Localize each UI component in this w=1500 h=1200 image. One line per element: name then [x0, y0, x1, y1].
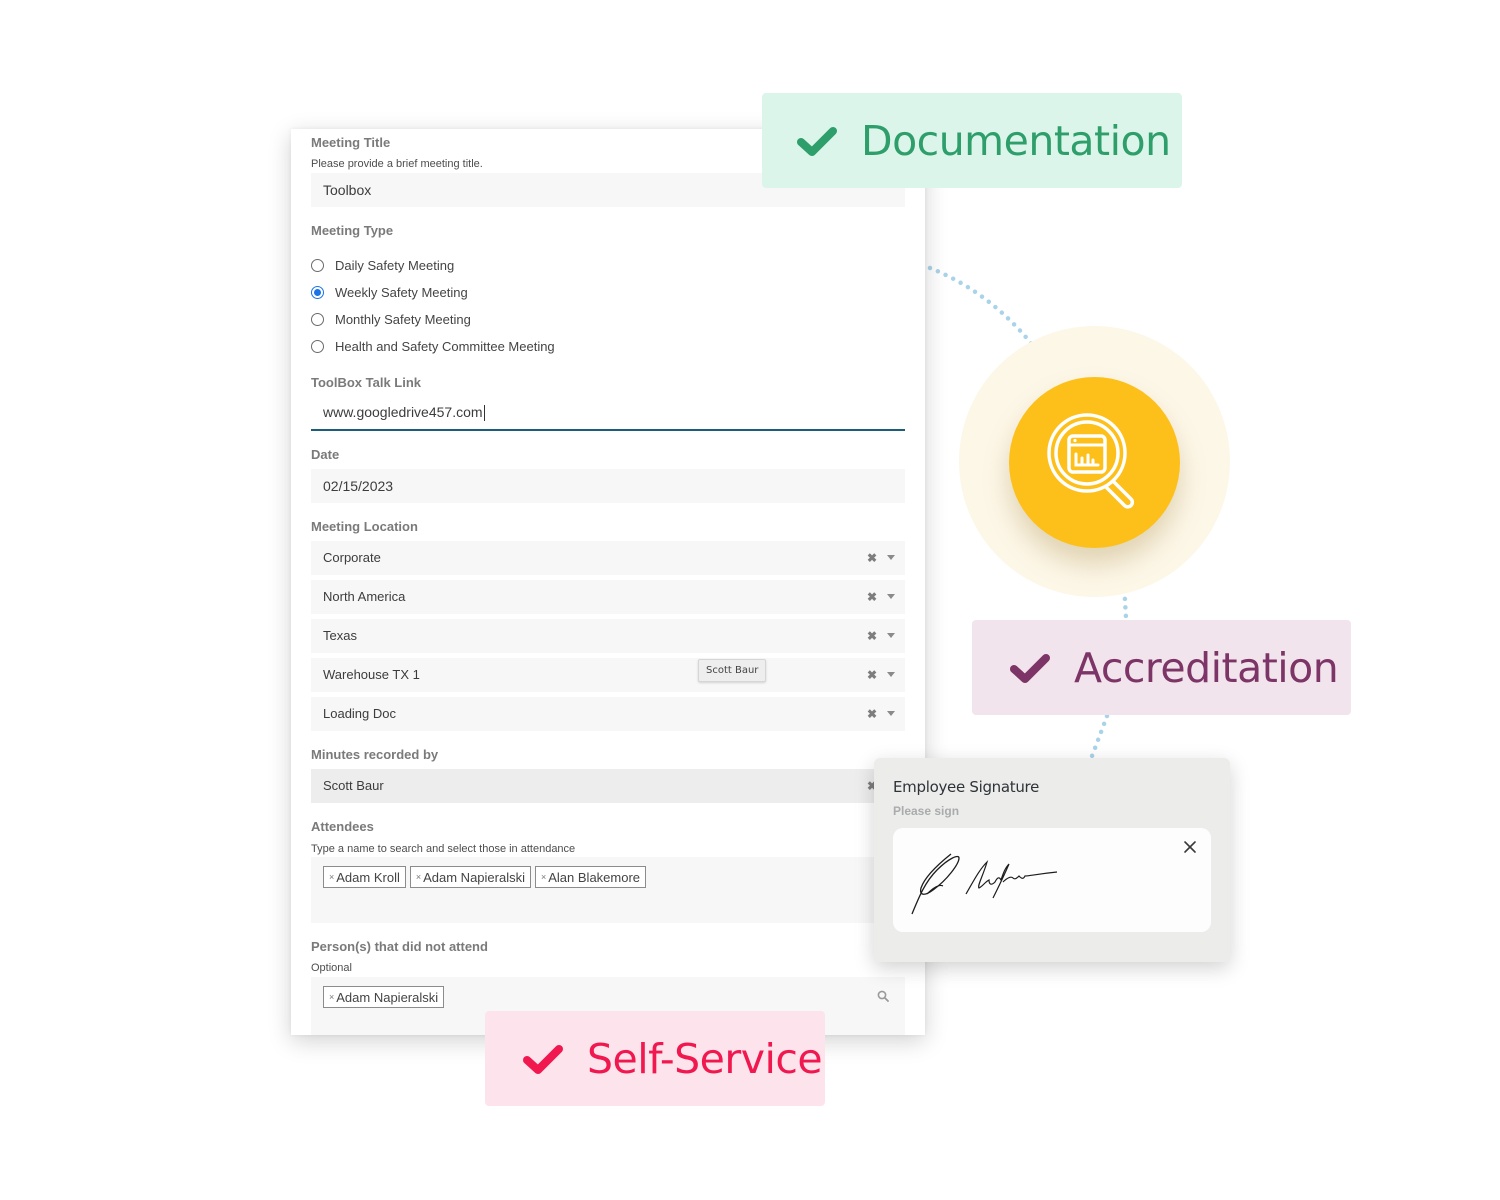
caret-down-icon[interactable] — [887, 672, 895, 677]
x-icon[interactable]: ✖ — [867, 658, 877, 692]
toolbox-link-input[interactable]: www.googledrive457.com — [311, 395, 905, 431]
remove-tag-icon[interactable]: × — [329, 992, 334, 1002]
radio-button-checked[interactable] — [311, 285, 324, 299]
tag-label: Alan Blakemore — [548, 869, 641, 885]
attendee-tag: × Adam Napieralski — [409, 866, 531, 888]
attendees-input[interactable]: × Adam Kroll × Adam Napieralski × Alan Blakem… — [311, 857, 905, 923]
caret-down-icon[interactable] — [887, 711, 895, 716]
radio-button[interactable] — [311, 339, 324, 353]
x-icon[interactable]: ✖ — [867, 580, 877, 614]
x-icon[interactable]: ✖ — [867, 697, 877, 731]
attendee-tag: × Adam Kroll — [323, 866, 406, 888]
radio-button[interactable] — [311, 312, 324, 326]
radio-daily-safety-meeting[interactable]: Daily Safety Meeting — [311, 255, 454, 275]
select-value: Scott Baur — [323, 778, 384, 793]
date-input[interactable]: 02/15/2023 — [311, 469, 905, 503]
meeting-title-hint: Please provide a brief meeting title. — [311, 158, 483, 170]
tag-label: Adam Kroll — [336, 869, 400, 885]
radio-health-safety-committee-meeting[interactable]: Health and Safety Committee Meeting — [311, 336, 555, 356]
absentee-tag: × Adam Napieralski — [323, 986, 445, 1008]
check-icon — [797, 126, 837, 156]
caret-down-icon[interactable] — [887, 555, 895, 560]
location-select-corporate[interactable]: Corporate ✖ — [311, 541, 905, 575]
check-icon — [1010, 653, 1050, 683]
tag-label: Adam Napieralski — [423, 869, 525, 885]
search-icon[interactable] — [877, 990, 889, 1002]
badge-label: Self-Service — [587, 1034, 823, 1083]
select-value: Texas — [323, 628, 357, 643]
radio-label: Monthly Safety Meeting — [335, 311, 471, 327]
caret-down-icon[interactable] — [887, 633, 895, 638]
select-value: Loading Doc — [323, 706, 396, 721]
self-service-badge: Self-Service — [485, 1011, 825, 1106]
radio-label: Weekly Safety Meeting — [335, 284, 468, 300]
accreditation-badge: Accreditation — [972, 620, 1351, 715]
select-value: North America — [323, 589, 406, 604]
radio-monthly-safety-meeting[interactable]: Monthly Safety Meeting — [311, 309, 471, 329]
toolbox-link-value: www.googledrive457.com — [323, 404, 483, 420]
minutes-recorded-select[interactable]: Scott Baur ✖ — [311, 769, 905, 803]
magnifier-report-icon — [1047, 413, 1135, 509]
radio-label: Health and Safety Committee Meeting — [335, 338, 555, 354]
select-value: Warehouse TX 1 — [323, 667, 420, 682]
badge-label: Accreditation — [1074, 643, 1339, 692]
analytics-orb — [1009, 377, 1180, 548]
signature-subtitle: Please sign — [893, 804, 960, 818]
radio-label: Daily Safety Meeting — [335, 257, 455, 273]
minutes-recorded-label: Minutes recorded by — [311, 747, 439, 762]
remove-tag-icon[interactable]: × — [541, 872, 546, 882]
location-select-texas[interactable]: Texas ✖ — [311, 619, 905, 653]
meeting-type-label: Meeting Type — [311, 223, 394, 238]
radio-weekly-safety-meeting[interactable]: Weekly Safety Meeting — [311, 282, 468, 302]
location-select-warehouse[interactable]: Warehouse TX 1 ✖ — [311, 658, 905, 692]
x-icon[interactable]: ✖ — [867, 541, 877, 575]
remove-tag-icon[interactable]: × — [329, 872, 334, 882]
meeting-location-label: Meeting Location — [311, 519, 418, 534]
attendees-hint: Type a name to search and select those i… — [311, 843, 576, 855]
caret-down-icon[interactable] — [887, 594, 895, 599]
radio-button[interactable] — [311, 258, 324, 272]
date-label: Date — [311, 447, 340, 462]
tooltip: Scott Baur — [698, 659, 767, 682]
text-caret — [483, 405, 485, 422]
documentation-badge: Documentation — [762, 93, 1182, 188]
remove-tag-icon[interactable]: × — [416, 872, 421, 882]
x-icon[interactable]: ✖ — [867, 619, 877, 653]
location-select-north-america[interactable]: North America ✖ — [311, 580, 905, 614]
select-value: Corporate — [323, 550, 381, 565]
signature-pad[interactable] — [893, 828, 1211, 932]
not-attended-hint: Optional — [311, 962, 352, 974]
tag-label: Adam Napieralski — [336, 989, 439, 1005]
location-select-loading-doc[interactable]: Loading Doc ✖ — [311, 697, 905, 731]
meeting-form: Meeting Title Please provide a brief mee… — [291, 129, 925, 1035]
toolbox-link-label: ToolBox Talk Link — [311, 375, 422, 390]
attendees-label: Attendees — [311, 819, 374, 834]
badge-label: Documentation — [861, 116, 1171, 165]
connector-accreditation-to-signature — [1089, 713, 1110, 759]
not-attended-label: Person(s) that did not attend — [311, 939, 488, 954]
signature-ink — [911, 853, 1058, 915]
signature-title: Employee Signature — [893, 778, 1040, 796]
signature-card: Employee Signature Please sign — [874, 758, 1230, 962]
meeting-title-label: Meeting Title — [311, 135, 391, 150]
attendee-tag: × Alan Blakemore — [534, 866, 647, 888]
check-icon — [523, 1044, 563, 1074]
close-icon[interactable] — [1183, 840, 1197, 854]
